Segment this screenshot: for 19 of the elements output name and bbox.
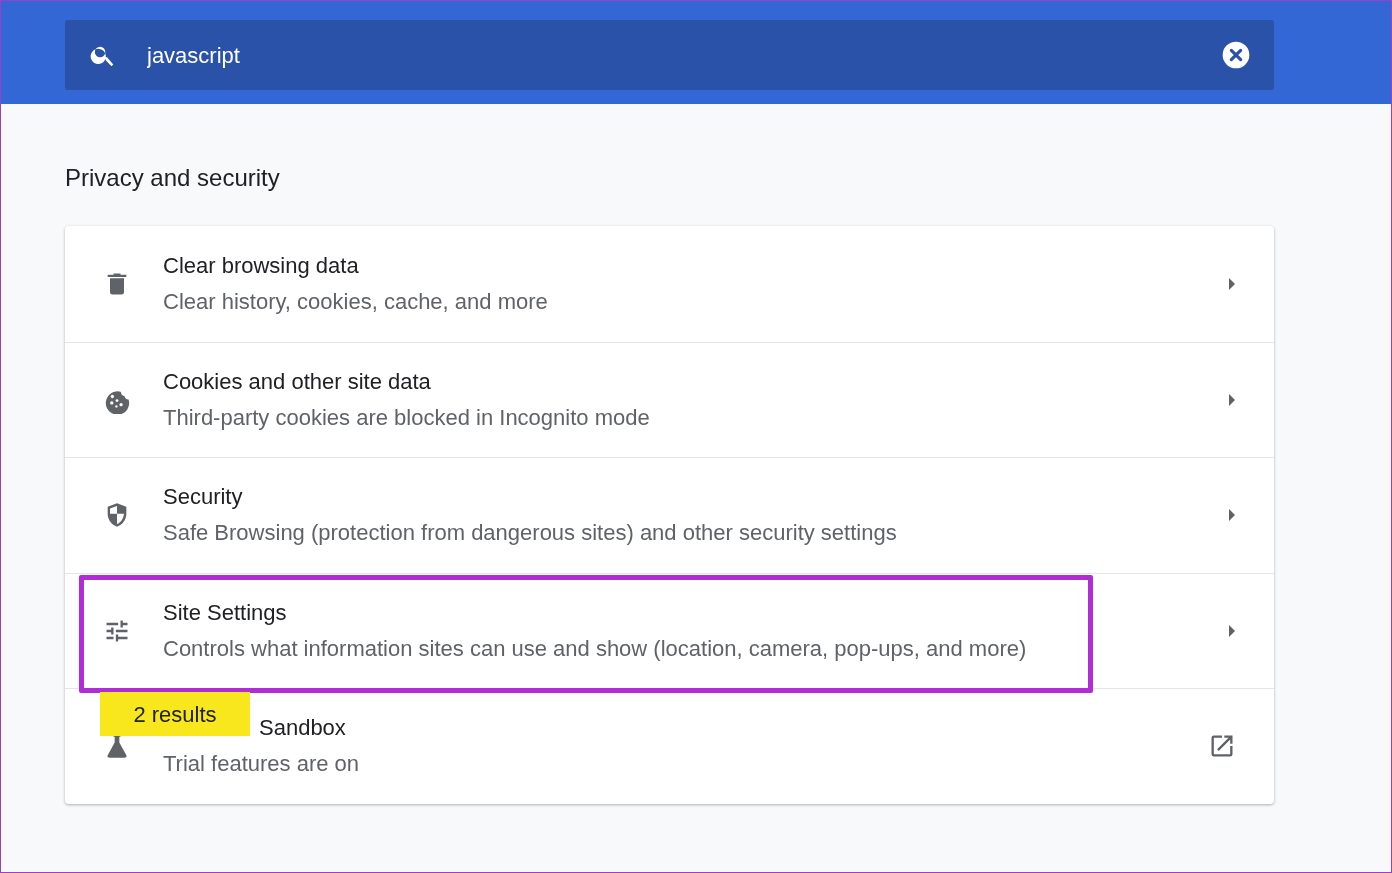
arrow-right-icon[interactable] xyxy=(1228,508,1236,523)
row-title: Clear browsing data xyxy=(163,251,360,280)
row-subtitle: Trial features are on xyxy=(163,750,361,779)
row-title: Site Settings xyxy=(163,598,288,627)
row-subtitle: Clear history, cookies, cache, and more xyxy=(163,287,549,316)
row-title: Security xyxy=(163,483,244,512)
row-title: Cookies and other site data xyxy=(163,367,432,396)
search-field[interactable]: javascript xyxy=(65,20,1274,90)
arrow-right-icon[interactable] xyxy=(1228,623,1236,638)
results-bubble: 2 results xyxy=(100,692,250,736)
row-subtitle: Controls what information sites can use and show (location, camera, pop-ups, and more) xyxy=(163,634,1028,663)
search-input[interactable]: javascript xyxy=(147,38,1220,72)
row-subtitle: Safe Browsing (protection from dangerous sites) and other security settings xyxy=(163,519,898,548)
section-title: Privacy and security xyxy=(65,163,281,193)
arrow-right-icon[interactable] xyxy=(1228,276,1236,291)
clear-search-icon[interactable] xyxy=(1220,39,1252,71)
row-subtitle: Third-party cookies are blocked in Incognito mode xyxy=(163,403,651,432)
row-title: Sandbox xyxy=(259,714,347,743)
arrow-right-icon[interactable] xyxy=(1228,392,1236,407)
